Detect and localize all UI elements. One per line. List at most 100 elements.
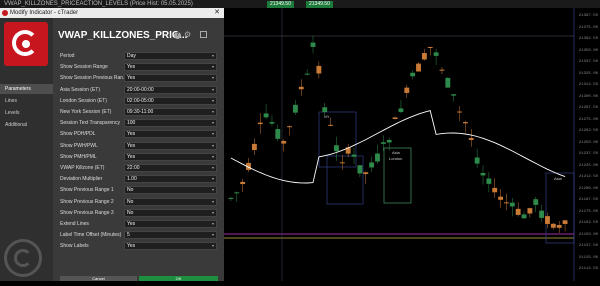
candle-body (545, 216, 550, 224)
parameter-value-select[interactable]: 22:00 ▾ (124, 164, 217, 172)
parameter-label: London Session (ET) (60, 97, 107, 104)
parameter-label: Show Previous Range 2 (60, 198, 114, 205)
parameter-value-select[interactable]: No ▾ (124, 197, 217, 206)
session-box (318, 111, 357, 168)
parameter-row: New York Session (ET) 09:30-11:00 ▾ (58, 108, 218, 116)
price-axis-label: 21225.00 (578, 163, 598, 168)
candle-body (515, 208, 521, 215)
session-box-label: London (389, 156, 402, 161)
parameter-value-select[interactable]: Yes ▾ (124, 220, 217, 228)
chevron-down-icon: ▾ (211, 176, 214, 182)
parameter-value: 02:00-05:00 (127, 97, 154, 104)
candle-body (410, 72, 416, 77)
parameter-label: Session Text Transparency (60, 120, 120, 127)
parameter-value-select[interactable]: No ▾ (124, 208, 217, 217)
parameter-value: Yes (127, 221, 136, 227)
parameter-value-select[interactable]: Yes ▾ (124, 141, 217, 150)
parameter-value: 100 (127, 120, 136, 127)
parameter-value-select[interactable]: Yes ▾ (124, 152, 217, 161)
candle-body (433, 52, 439, 56)
candle-body (404, 87, 410, 93)
sidebar-item-parameters[interactable]: Parameters (0, 84, 53, 94)
parameter-value-select[interactable]: 09:30-11:00 ▾ (124, 108, 217, 116)
chevron-down-icon: ▾ (211, 86, 214, 92)
parameter-value-select[interactable]: 5 ▾ (124, 231, 217, 240)
window-title-bar: VWAP_KILLZONES_PRICEACTION_LEVELS (Price… (0, 0, 600, 8)
price-axis-label: 21287.50 (578, 106, 598, 110)
parameter-value: Yes (127, 153, 136, 160)
parameter-label: New York Session (ET) (60, 109, 112, 115)
candle-body (474, 157, 480, 164)
chevron-down-icon: ▾ (211, 75, 214, 81)
candle-body (334, 145, 339, 152)
parameter-row: Asia Session (ET) 20:00-00:00 ▾ (58, 85, 218, 94)
parameter-value-select[interactable]: Yes ▾ (124, 242, 217, 251)
parameter-value: No (127, 187, 134, 194)
parameter-value-select[interactable]: 02:00-05:00 ▾ (124, 96, 217, 105)
dialog-title-bar: Modify Indicator - cTrader ✕ (0, 8, 224, 18)
sidebar-item-lines[interactable]: Lines (0, 96, 53, 106)
parameter-row: Extend Lines Yes ▾ (58, 220, 218, 228)
parameter-value-select[interactable]: 20:00-00:00 ▾ (124, 85, 217, 94)
candle-body (509, 202, 515, 207)
price-axis-label: 21375.00 (578, 25, 598, 30)
parameter-row: Show Session Previous Ran... Yes ▾ (58, 74, 218, 83)
parameter-value-select[interactable]: 1.00 ▾ (124, 175, 217, 184)
chevron-down-icon: ▾ (211, 187, 214, 193)
price-axis-label: 21112.50 (578, 267, 598, 271)
candle-body (550, 223, 556, 228)
sidebar-item-additional[interactable]: Additional (0, 120, 53, 130)
parameter-value-select[interactable]: Day ▾ (124, 52, 217, 60)
parameter-value: 09:30-11:00 (127, 109, 154, 115)
ctrader-app-icon (2, 10, 8, 16)
gear-icon[interactable]: ⚙ (184, 31, 192, 39)
parameter-label: Show Previous Range 3 (60, 209, 114, 216)
parameter-row: London Session (ET) 02:00-05:00 ▾ (58, 96, 218, 105)
candle-body (292, 104, 298, 113)
help-icon[interactable]: ? (174, 32, 181, 39)
chart-canvas[interactable]: NYAsiaLondonAsia (224, 8, 600, 281)
parameter-value-select[interactable]: Yes ▾ (124, 63, 217, 72)
parameter-value-select[interactable]: 100 ▾ (124, 119, 217, 128)
parameter-label: VWAP Killzone (ET) (60, 165, 105, 171)
parameter-label: Show Labels (60, 243, 89, 250)
parameter-value: 20:00-00:00 (127, 86, 154, 93)
price-axis-label: 21325.00 (578, 71, 598, 76)
parameter-row: VWAP Killzone (ET) 22:00 ▾ (58, 164, 218, 172)
parameter-value-select[interactable]: Yes ▾ (124, 130, 217, 139)
session-box (326, 155, 364, 205)
price-axis-label: 21175.00 (578, 209, 598, 214)
parameter-label: Show Previous Range 1 (60, 187, 114, 194)
candle-body (386, 139, 392, 143)
ask-price-badge[interactable]: 21349.50 (306, 1, 333, 8)
candle-body (251, 143, 257, 151)
candle-body (363, 172, 369, 175)
price-axis-label: 21162.50 (578, 221, 598, 225)
parameter-value: Yes (127, 75, 136, 82)
parameter-row: Show Previous Range 2 No ▾ (58, 197, 218, 206)
maximize-icon[interactable] (200, 31, 207, 38)
bid-price-badge[interactable]: 21349.50 (267, 1, 294, 8)
parameter-value: 5 (127, 232, 130, 239)
chevron-down-icon: ▾ (211, 221, 214, 226)
candle-body (504, 202, 509, 204)
parameter-row: Show Labels Yes ▾ (58, 242, 218, 251)
price-axis-label: 21137.50 (578, 244, 598, 248)
parameter-value: Yes (127, 142, 136, 149)
cancel-button[interactable]: Cancel (60, 276, 137, 281)
price-chart[interactable]: NY Asia London Asia 21387.50 21375.00 21362.5… (224, 8, 600, 281)
candle-body (457, 111, 462, 113)
parameter-value-select[interactable]: Yes ▾ (124, 74, 217, 83)
parameter-label: Show PMH/PML (60, 153, 97, 160)
parameter-value-select[interactable]: No ▾ (124, 186, 217, 195)
candle-body (480, 172, 486, 176)
sidebar-item-levels[interactable]: Levels (0, 108, 53, 118)
candle-body (421, 53, 427, 60)
ok-button[interactable]: OK (139, 276, 218, 281)
parameter-row: Show PDH/PDL Yes ▾ (58, 130, 218, 139)
close-icon[interactable]: ✕ (214, 8, 220, 18)
candle-body (527, 208, 533, 214)
candle-body (486, 178, 492, 184)
price-axis-label: 21312.50 (578, 83, 598, 87)
parameter-value: No (127, 209, 134, 216)
